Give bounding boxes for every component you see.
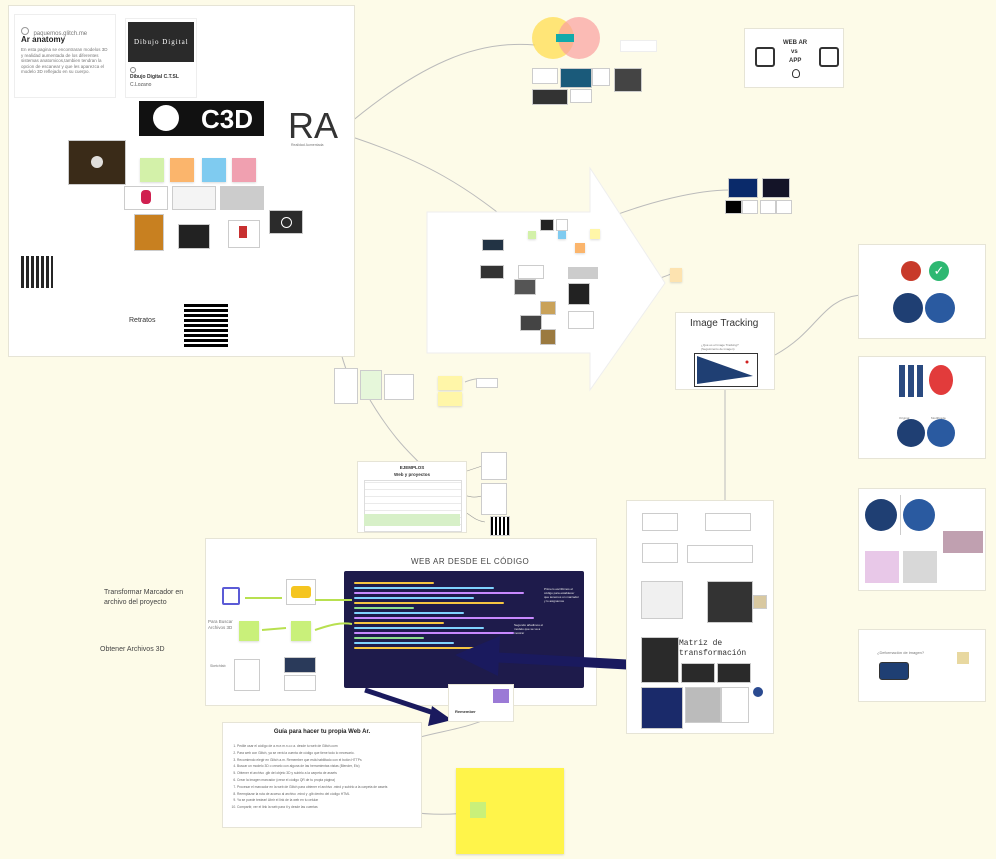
pic-ar-image[interactable]: [641, 581, 683, 619]
remember-image: [493, 689, 509, 703]
tracking-examples-panel[interactable]: Matriz de transformación: [626, 500, 774, 734]
matrix-screenshot-2[interactable]: [717, 663, 751, 683]
guide-step: Recomiendo elegir en Glitch a.m. Remembe…: [237, 757, 427, 764]
phone-photo[interactable]: [707, 581, 753, 623]
matrix-grid-2[interactable]: [721, 687, 749, 723]
remember-label: Remember: [455, 709, 476, 714]
guide-step: Buscar un modelo 3D o crearlo con alguna…: [237, 763, 427, 770]
mountain-thumb-2[interactable]: [705, 513, 751, 531]
guide-step: Procesar el marcador en la web de Glitch…: [237, 784, 427, 791]
guide-step: Obtener el archivo .glb del objeto 3D y …: [237, 770, 427, 777]
small-photo[interactable]: [753, 595, 767, 609]
guide-step: Para web con Glitch, ya se verá la cuent…: [237, 750, 427, 757]
guide-step: Pedile usar el código de a.m.e.m.n.o.r.a…: [237, 743, 427, 750]
big-yellow-sticky[interactable]: [456, 768, 564, 854]
guide-steps: Pedile usar el código de a.m.e.m.n.o.r.a…: [229, 743, 427, 811]
matrix-grid-1[interactable]: [685, 687, 721, 723]
mountain-thumb-1[interactable]: [642, 513, 678, 531]
mountain-thumb-3[interactable]: [642, 543, 678, 563]
guide-step: Crear la imagen marcador (crear el códig…: [237, 777, 427, 784]
badge-circle: [753, 687, 763, 697]
remember-card[interactable]: Remember: [448, 684, 514, 722]
matrix-screenshot-1[interactable]: [681, 663, 715, 683]
matrix-label: Matriz de transformación: [679, 639, 747, 658]
cube-image[interactable]: [641, 687, 683, 729]
panel-screenshot[interactable]: [641, 637, 679, 683]
mountain-thumb-4[interactable]: [687, 545, 753, 563]
guide-title: Guía para hacer tu propia Web Ar.: [273, 729, 371, 735]
guide-step: Compartir, ver el link la web para ti y …: [237, 804, 427, 811]
green-arrows: [245, 597, 638, 726]
guide-step: Ya se puede testear! Abrir el link de la…: [237, 797, 427, 804]
guide-step: Reemplazar la ruta de acceso al archivo …: [237, 791, 427, 798]
guide-document[interactable]: Guía para hacer tu propia Web Ar. Pedile…: [222, 722, 422, 828]
small-green-sticky[interactable]: [470, 802, 486, 818]
